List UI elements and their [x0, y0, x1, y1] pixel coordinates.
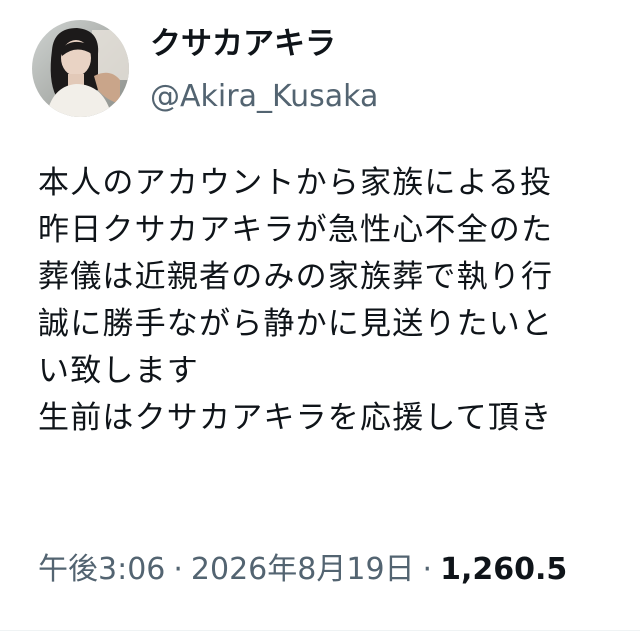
profile-photo-icon — [32, 20, 129, 117]
tweet-text-line: い致します — [38, 353, 199, 389]
tweet-text: 本人のアカウントから家族による投 昨日クサカアキラが急性心不全のた 葬儀は近親者… — [38, 160, 640, 442]
author-handle[interactable]: @Akira_Kusaka — [150, 77, 378, 117]
tweet-text-line: 昨日クサカアキラが急性心不全のた — [38, 212, 554, 248]
tweet-text-line: 生前はクサカアキラを応援して頂き — [38, 400, 553, 436]
meta-separator: · — [422, 552, 433, 587]
tweet-meta: 午後3:06 · 2026年8月19日 · 1,260.5 — [38, 550, 567, 590]
tweet-date-link[interactable]: 2026年8月19日 — [191, 552, 415, 587]
author-avatar[interactable] — [32, 20, 129, 117]
meta-separator: · — [173, 552, 183, 587]
tweet-time-link[interactable]: 午後3:06 — [38, 552, 165, 587]
views-count[interactable]: 1,260.5 — [440, 552, 567, 587]
tweet-card: クサカアキラ @Akira_Kusaka 本人のアカウントから家族による投 昨日… — [0, 0, 640, 640]
tweet-text-line: 誠に勝手ながら静かに見送りたいと — [38, 306, 554, 342]
tweet-text-line: 本人のアカウントから家族による投 — [38, 165, 553, 201]
divider — [0, 630, 640, 631]
tweet-text-line: 葬儀は近親者のみの家族葬で執り行 — [38, 259, 554, 295]
author-display-name[interactable]: クサカアキラ — [150, 24, 336, 64]
